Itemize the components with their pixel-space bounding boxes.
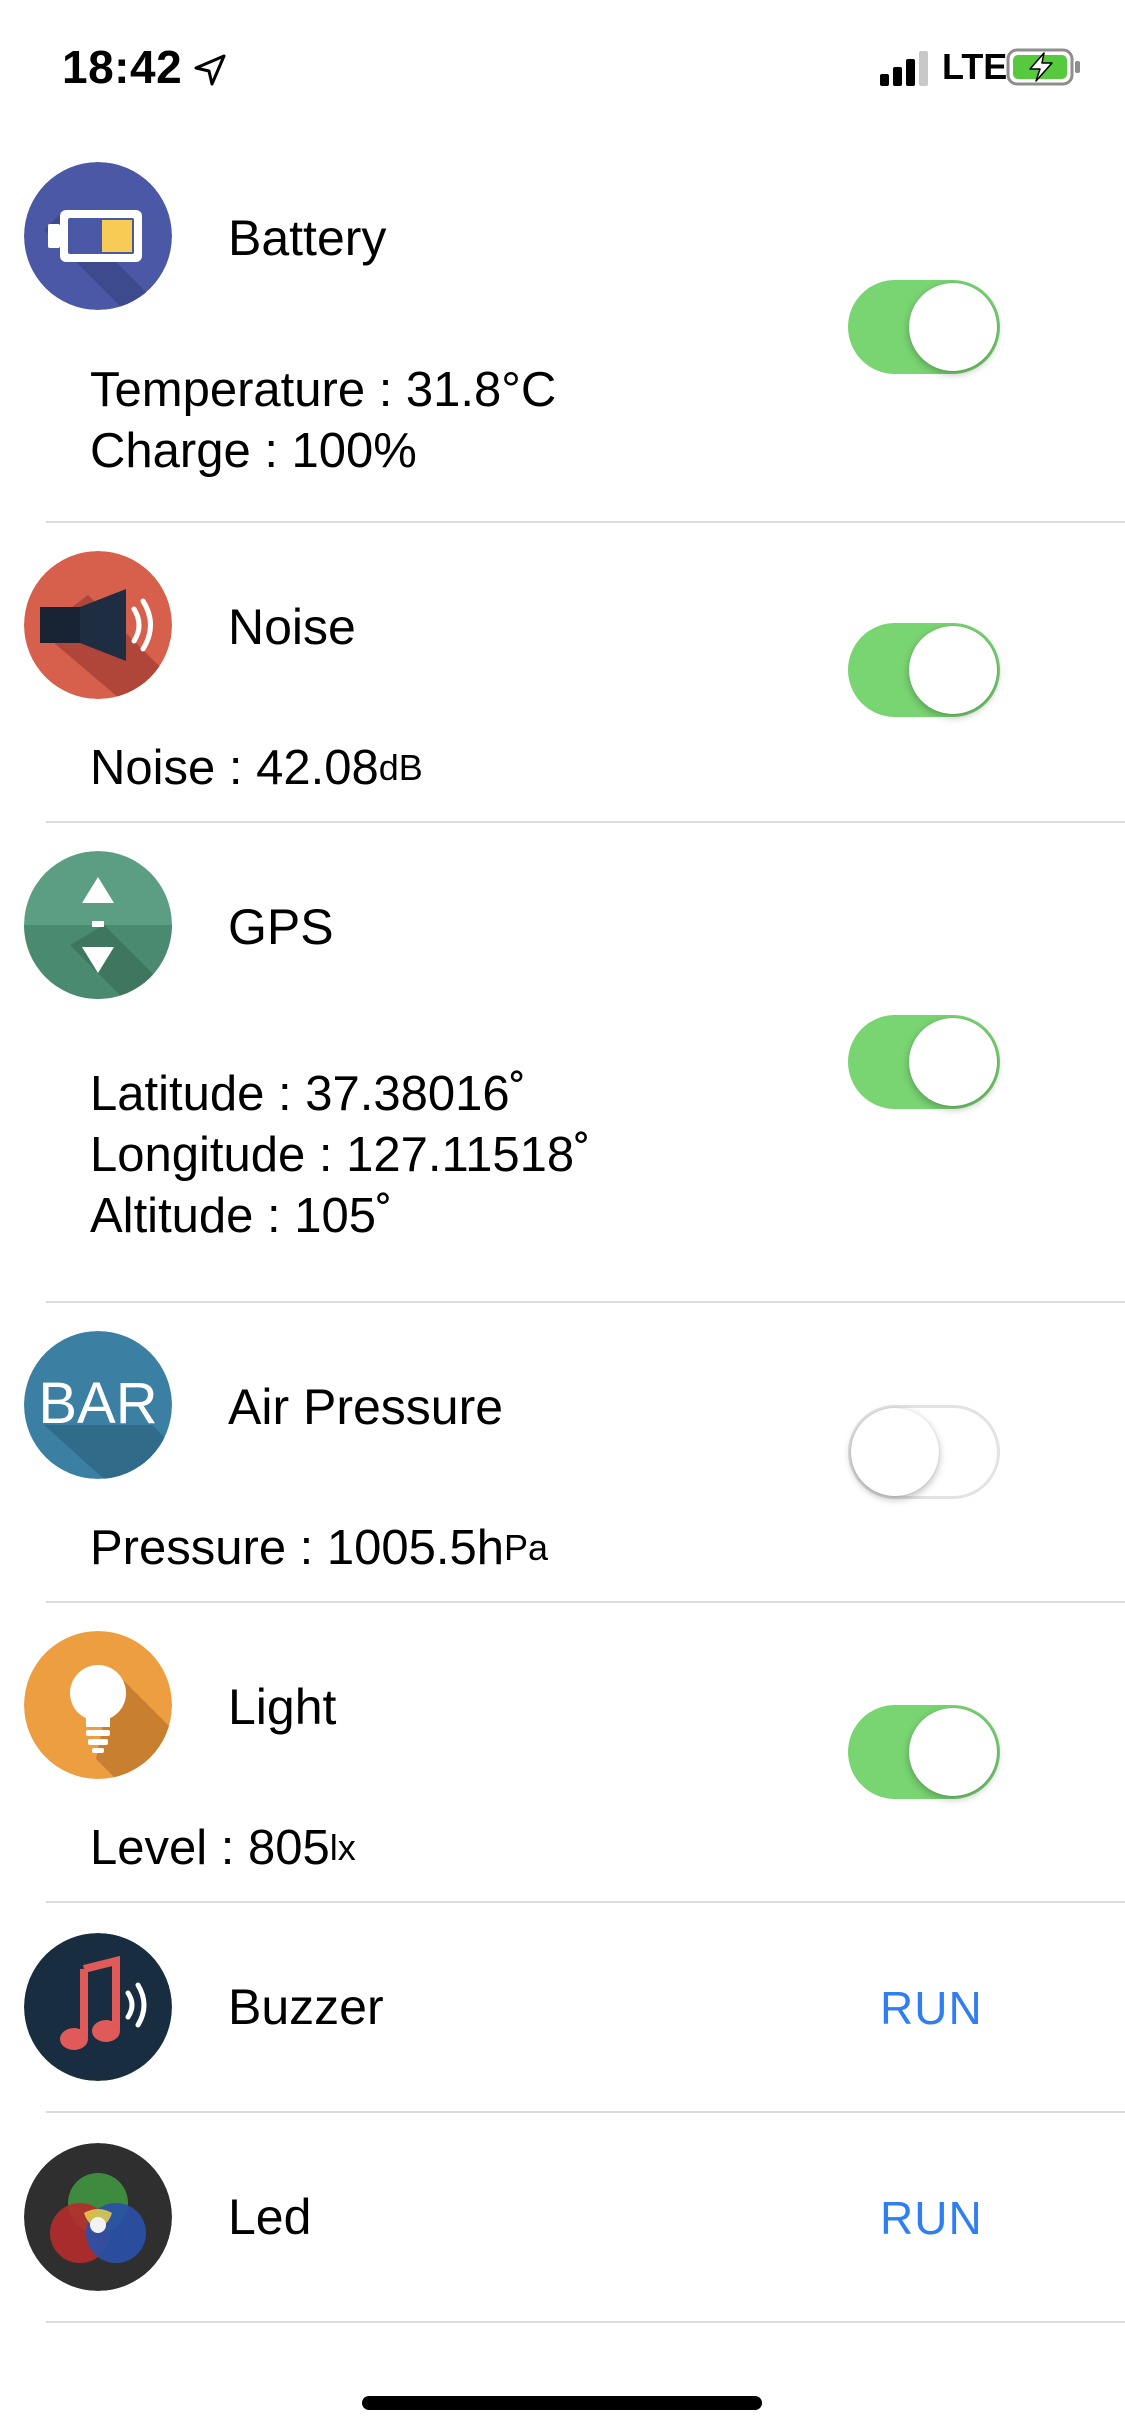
network-type: LTE [942, 46, 1008, 87]
bar-pressure-icon: BAR [24, 1331, 172, 1479]
sensor-row-air-pressure: BAR Air Pressure Pressure : 1005.5hPa [0, 1303, 1125, 1603]
noise-toggle[interactable] [848, 623, 1000, 717]
location-arrow-icon [194, 54, 226, 86]
sensor-title: Noise [228, 599, 356, 655]
pressure-value: Pressure : 1005.5h [90, 1521, 505, 1575]
status-time: 18:42 [62, 41, 183, 93]
action-title: Led [228, 2189, 312, 2245]
sensor-row-light: Light Level : 805lx [0, 1603, 1125, 1903]
toggle-knob [909, 1018, 997, 1106]
action-row-led: Led RUN [0, 2113, 1125, 2323]
level-value: Level : 805 [90, 1821, 330, 1875]
divider [46, 2321, 1125, 2323]
sensor-reading-level: Level : 805lx [90, 1817, 356, 1879]
rgb-led-icon [24, 2143, 172, 2291]
lightbulb-icon [24, 1631, 172, 1779]
sensor-title: Light [228, 1679, 337, 1735]
home-indicator[interactable] [362, 2396, 762, 2410]
light-toggle[interactable] [848, 1705, 1000, 1799]
music-note-icon [24, 1933, 172, 2081]
gps-arrows-icon [24, 851, 172, 999]
air-pressure-toggle[interactable] [848, 1405, 1000, 1499]
sensor-reading-charge: Charge : 100% [90, 424, 417, 478]
battery-toggle[interactable] [848, 280, 1000, 374]
battery-icon [24, 162, 172, 310]
sensor-reading-pressure: Pressure : 1005.5hPa [90, 1517, 548, 1579]
led-run-button[interactable]: RUN [880, 2191, 983, 2245]
noise-unit: dB [378, 747, 423, 788]
sensor-title: Battery [228, 210, 387, 266]
speaker-icon [24, 551, 172, 699]
buzzer-run-button[interactable]: RUN [880, 1981, 983, 2035]
toggle-knob [909, 1708, 997, 1796]
sensor-row-battery: Battery Temperature : 31.8°C Charge : 10… [0, 140, 1125, 523]
bar-icon-label: BAR [38, 1371, 157, 1436]
action-title: Buzzer [228, 1979, 384, 2035]
signal-bars-icon [880, 51, 928, 86]
action-row-buzzer: Buzzer RUN [0, 1903, 1125, 2113]
sensor-row-gps: GPS Latitude : 37.38016˚ Longitude : 127… [0, 823, 1125, 1303]
toggle-knob [851, 1408, 939, 1496]
sensor-title: Air Pressure [228, 1379, 504, 1435]
noise-value: Noise : 42.08 [90, 741, 379, 795]
sensor-title: GPS [228, 899, 334, 955]
sensor-reading-latitude: Latitude : 37.38016˚ [90, 1067, 526, 1121]
sensor-row-noise: Noise Noise : 42.08dB [0, 523, 1125, 823]
gps-toggle[interactable] [848, 1015, 1000, 1109]
sensor-reading-longitude: Longitude : 127.11518˚ [90, 1128, 591, 1182]
sensor-reading-altitude: Altitude : 105˚ [90, 1189, 393, 1243]
sensor-reading-noise: Noise : 42.08dB [90, 737, 423, 799]
level-unit: lx [329, 1827, 356, 1868]
sensor-reading-temperature: Temperature : 31.8°C [90, 363, 557, 417]
toggle-knob [909, 626, 997, 714]
pressure-unit: Pa [504, 1527, 549, 1568]
toggle-knob [909, 283, 997, 371]
battery-charging-icon [1006, 48, 1080, 86]
status-bar: 18:42 LTE [0, 0, 1125, 140]
